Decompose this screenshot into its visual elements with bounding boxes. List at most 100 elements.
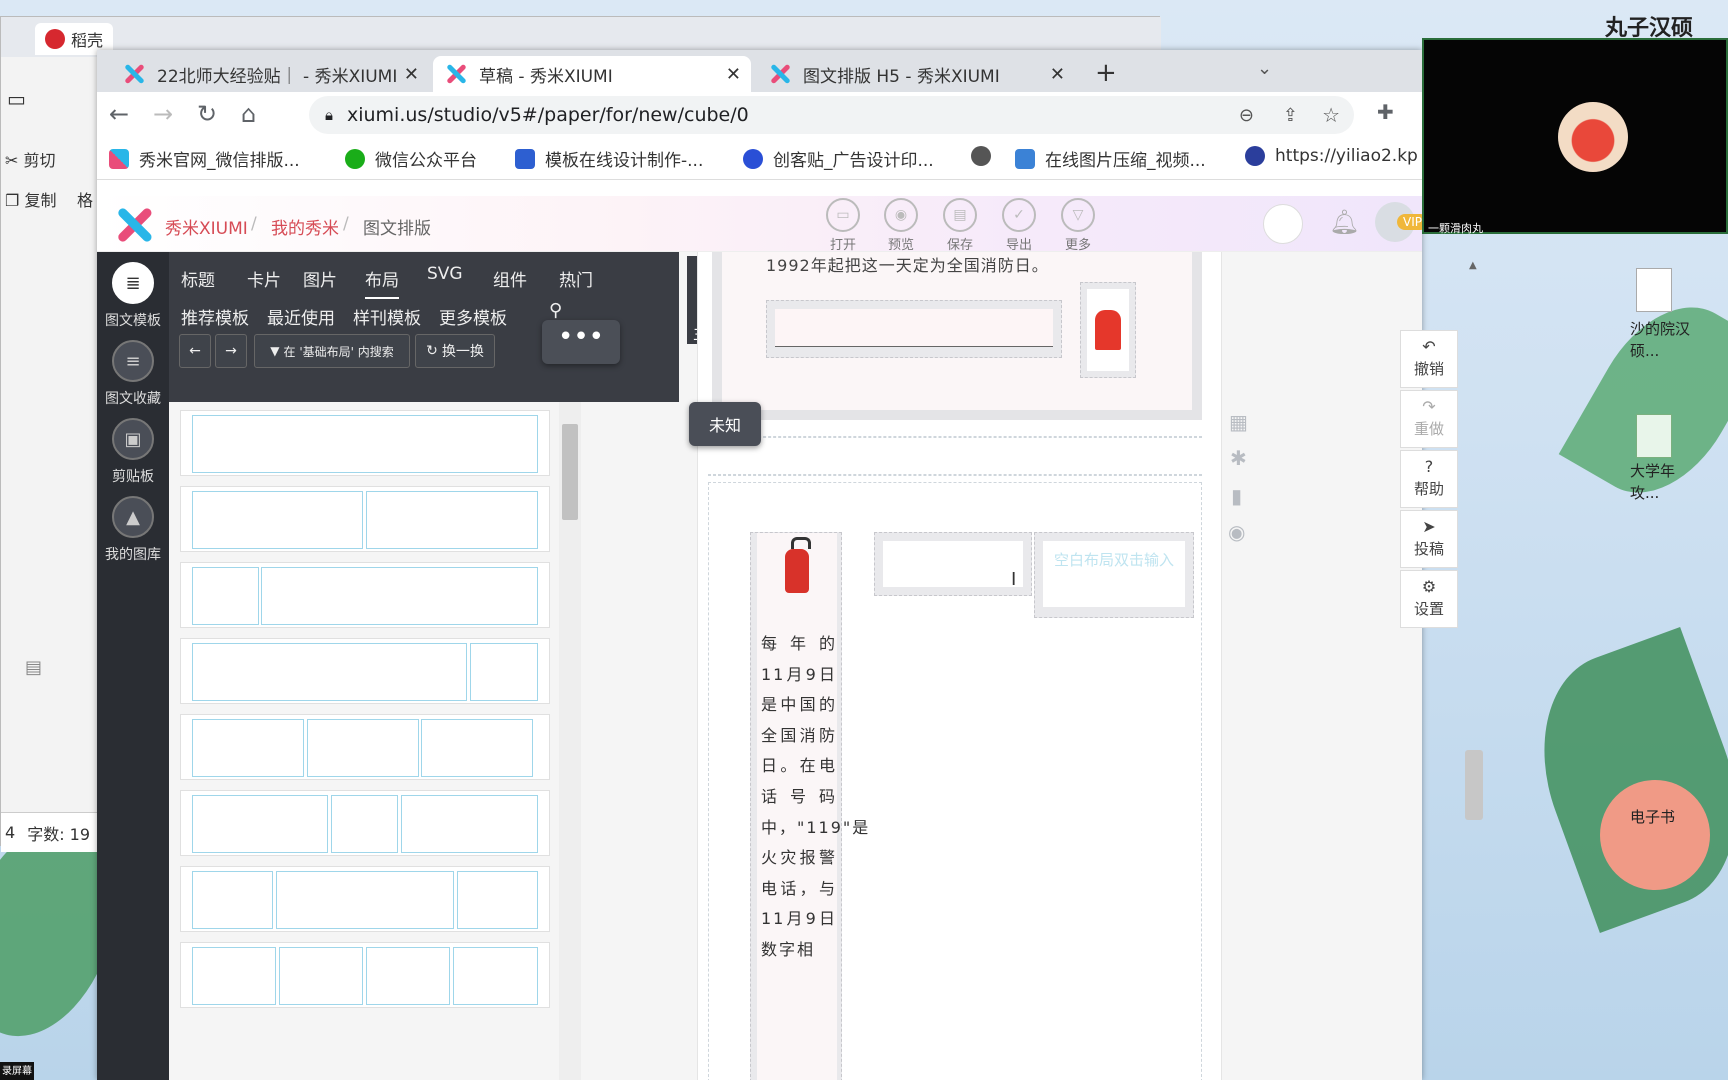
settings-button[interactable]: ⚙ 设置 [1400,570,1458,628]
tab-svg[interactable]: SVG [427,264,463,284]
prev-arrow-icon[interactable]: ← [179,334,211,368]
left-rail: ≣ 图文模板 ≡ 图文收藏 ▣ 剪贴板 ▲ 我的图库 [97,252,169,1080]
image-frame[interactable] [1080,282,1136,378]
layout-template-4col[interactable] [180,942,550,1008]
share-icon[interactable]: ⇪ [1283,105,1298,126]
format-painter-button[interactable]: 格 [77,187,93,211]
layout-template-3col-uneven[interactable] [180,790,550,856]
layout-template-2col[interactable] [180,486,550,552]
layout-template-wide-narrow[interactable] [180,638,550,704]
bookmark-item[interactable]: 创客贴_广告设计印... [743,146,934,171]
shuffle-button[interactable]: ↻ 换一换 [415,334,495,368]
bookmark-item[interactable]: 秀米官网_微信排版... [109,146,300,171]
bell-icon[interactable]: 🔔︎ [1329,208,1359,236]
open-button[interactable]: ▭ 打开 [819,198,867,253]
bookmark-item[interactable]: 模板在线设计制作-... [515,146,703,171]
search-icon[interactable]: ⚲ [549,300,562,321]
layout-template-3col[interactable] [180,714,550,780]
next-arrow-icon[interactable]: → [215,334,247,368]
rail-item-favorites[interactable]: ≡ 图文收藏 [97,340,169,408]
tab-components[interactable]: 组件 [493,266,527,291]
placeholder-layout-box[interactable]: 空白布局双击输入 [1034,532,1194,618]
page-scrollbar-thumb[interactable] [1465,750,1483,820]
tab-title-category[interactable]: 标题 [181,266,215,291]
user-avatar[interactable] [1263,204,1303,244]
help-button[interactable]: ? 帮助 [1400,450,1458,508]
tab-card[interactable]: 卡片 [247,266,281,291]
cut-button[interactable]: ✂ 剪切 [5,147,56,171]
eye-icon[interactable]: ◉ [1228,520,1245,544]
search-in-layout-button[interactable]: ▼ 在 '基础布局' 内搜索 [254,334,410,368]
lock-icon: 🔒︎ [325,106,333,124]
tab-image[interactable]: 图片 [303,266,337,291]
home-icon[interactable]: ⌂ [241,100,256,128]
rail-item-gallery[interactable]: ▲ 我的图库 [97,496,169,564]
save-button[interactable]: ▤ 保存 [936,198,984,253]
bookmark-label: 秀米官网_微信排版... [139,151,300,171]
layout-template-3col-center[interactable] [180,866,550,932]
breadcrumb-my-xiumi[interactable]: 我的秀米 [271,214,339,239]
layout-cell [192,871,273,929]
redo-button[interactable]: ↷ 重做 [1400,390,1458,448]
rail-item-clipboard[interactable]: ▣ 剪贴板 [97,418,169,486]
scrollbar-thumb[interactable] [562,424,578,520]
extensions-icon[interactable]: ✚ [1377,100,1394,124]
breadcrumb-home[interactable]: 秀米XIUMI [165,214,248,239]
preview-label: 预览 [887,238,914,253]
layout-cell [366,947,450,1005]
layout-template-1col[interactable] [180,410,550,476]
vertical-text-column[interactable]: 每年的11月9日是中国的全国消防日。在电话号码中，"119"是火灾报警电话，与1… [750,532,868,1080]
desktop-file-icon[interactable] [1636,268,1672,312]
close-tab-icon[interactable]: ✕ [404,64,419,85]
empty-layout-box[interactable]: I [874,532,1032,596]
preview-button[interactable]: ◉ 预览 [877,198,925,253]
tab-search-chevron-icon[interactable]: ⌄ [1257,58,1272,79]
text-input-frame[interactable] [766,300,1062,358]
rail-label: 图文模板 [105,313,161,329]
close-tab-icon[interactable]: ✕ [726,64,741,85]
xiumi-favicon-icon [445,63,467,85]
undo-button[interactable]: ↶ 撤销 [1400,330,1458,388]
tab-3[interactable]: 图文排版 H5 - 秀米XIUMI ✕ [757,56,1075,92]
empty-layout-inner[interactable] [883,541,1023,587]
bookmark-item[interactable] [971,146,1001,166]
submit-button[interactable]: ➤ 投稿 [1400,510,1458,568]
scroll-up-icon[interactable]: ▲ [1469,260,1477,271]
desktop-file-icon[interactable] [1636,414,1672,458]
forward-icon[interactable]: → [153,100,173,128]
bookmark-item[interactable]: 微信公众平台 [345,146,477,171]
reload-icon[interactable]: ↻ [197,100,217,128]
bar-chart-icon[interactable]: ▮ [1231,484,1242,508]
tab-title: 草稿 - 秀米XIUMI [479,66,613,87]
subtab-sample[interactable]: 样刊模板 [353,304,421,329]
bookmark-star-icon[interactable]: ☆ [1322,103,1340,127]
zoom-icon[interactable]: ⊖ [1239,105,1254,126]
template-panel: 标题 卡片 图片 布局 SVG 组件 热门 推荐模板 最近使用 样刊模板 更多模… [169,252,679,1080]
tab-2-active[interactable]: 草稿 - 秀米XIUMI ✕ [433,56,751,92]
tab-hot[interactable]: 热门 [559,266,593,291]
more-button[interactable]: ▽ 更多 [1054,198,1102,253]
back-icon[interactable]: ← [109,100,129,128]
save-icon[interactable]: ▭ [7,87,26,111]
close-tab-icon[interactable]: ✕ [1050,64,1065,85]
rail-item-templates[interactable]: ≣ 图文模板 [97,262,169,330]
url-bar[interactable]: 🔒︎ xiumi.us/studio/v5#/paper/for/new/cub… [309,96,1354,134]
gear-small-icon[interactable]: ✱ [1230,446,1247,470]
tab-layout[interactable]: 布局 [365,266,399,299]
subtab-recent[interactable]: 最近使用 [267,304,335,329]
bookmark-item[interactable]: https://yiliao2.kp [1245,146,1418,166]
tab-1[interactable]: 22北师大经验贴｜ - 秀米XIUMI ✕ [111,56,429,92]
xiumi-logo-icon[interactable] [113,204,155,246]
layout-scrollbar[interactable] [559,402,581,1080]
copy-button[interactable]: ❐ 复制 [5,187,56,211]
document-icon[interactable]: ▤ [25,657,42,678]
bookmark-item[interactable]: 在线图片压缩_视频... [1015,146,1206,171]
layout-template-narrow-wide[interactable] [180,562,550,628]
more-options-button[interactable]: ••• [542,320,620,364]
text-input-box[interactable] [775,309,1053,347]
subtab-more[interactable]: 更多模板 [439,304,507,329]
export-button[interactable]: ✓ 导出 [995,198,1043,253]
subtab-recommended[interactable]: 推荐模板 [181,304,249,329]
grid-icon[interactable]: ▦ [1229,410,1248,434]
new-tab-button[interactable]: + [1095,58,1117,88]
